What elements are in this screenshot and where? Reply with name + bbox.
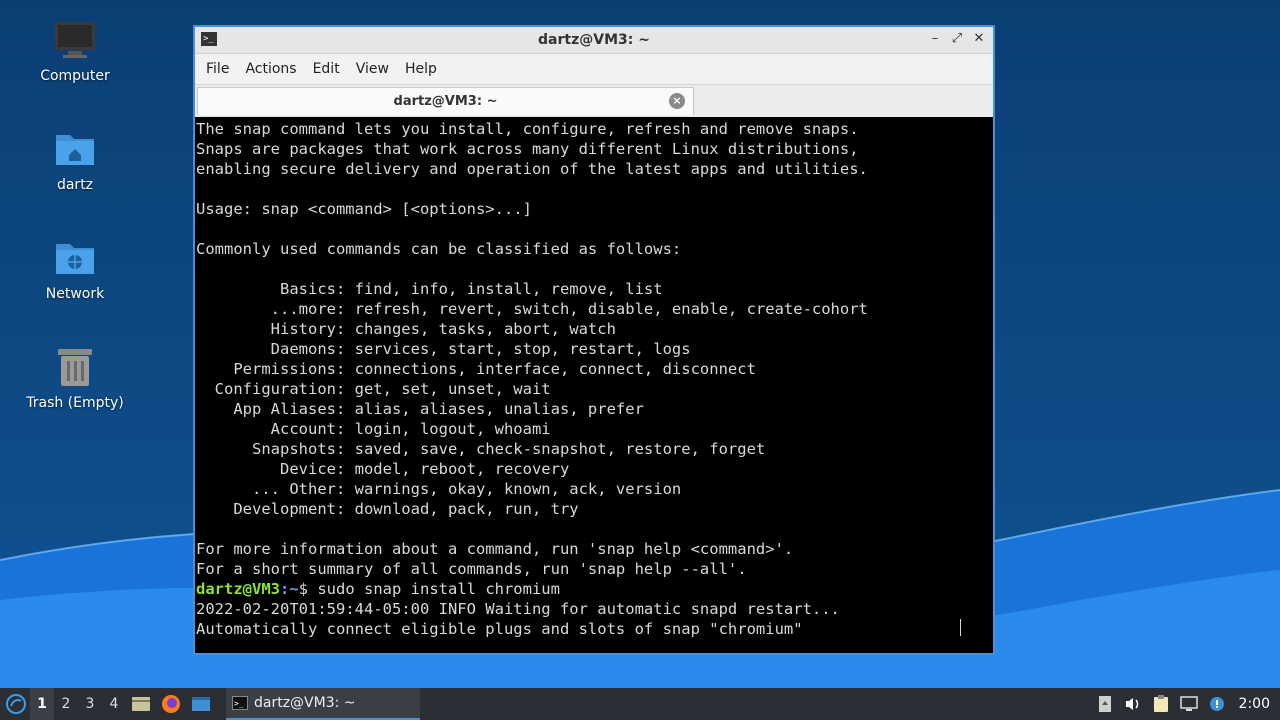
desktop-icon-label: Computer — [40, 68, 110, 84]
terminal-line: Commonly used commands can be classified… — [196, 240, 682, 258]
prompt-symbol: $ — [298, 580, 318, 598]
terminal-line: Automatically connect eligible plugs and… — [196, 620, 803, 638]
menu-file[interactable]: File — [199, 61, 236, 77]
menu-bar: File Actions Edit View Help — [195, 54, 993, 85]
menu-view[interactable]: View — [349, 61, 396, 77]
terminal-output[interactable]: The snap command lets you install, confi… — [195, 117, 993, 653]
terminal-prompt-line: dartz@VM3:~$ sudo snap install chromium — [196, 579, 993, 599]
minimize-icon[interactable]: – — [927, 30, 943, 48]
terminal-line: ... Other: warnings, okay, known, ack, v… — [196, 480, 682, 498]
home-folder-icon — [53, 127, 97, 171]
terminal-line: Development: download, pack, run, try — [196, 500, 579, 518]
computer-icon — [53, 18, 97, 62]
removable-media-icon[interactable] — [1094, 694, 1116, 714]
workspace-3[interactable]: 3 — [78, 696, 102, 712]
show-desktop-icon[interactable] — [189, 692, 213, 716]
window-titlebar[interactable]: >_ dartz@VM3: ~ – ⤢ ✕ — [195, 27, 993, 54]
tab-bar: dartz@VM3: ~ × — [195, 85, 993, 118]
terminal-window[interactable]: >_ dartz@VM3: ~ – ⤢ ✕ File Actions Edit … — [193, 25, 995, 655]
window-title: dartz@VM3: ~ — [538, 32, 650, 48]
clipboard-icon[interactable] — [1150, 694, 1172, 714]
desktop-icon-label: Trash (Empty) — [26, 395, 124, 411]
terminal-line: Daemons: services, start, stop, restart,… — [196, 340, 691, 358]
text-cursor — [960, 619, 961, 636]
network-folder-icon — [53, 236, 97, 280]
terminal-line: Basics: find, info, install, remove, lis… — [196, 280, 663, 298]
taskbar-window-terminal[interactable]: >_ dartz@VM3: ~ — [226, 688, 420, 720]
tab-label: dartz@VM3: ~ — [393, 94, 498, 109]
terminal-line: Device: model, reboot, recovery — [196, 460, 570, 478]
terminal-line: Snaps are packages that work across many… — [196, 140, 859, 158]
workspace-4[interactable]: 4 — [102, 696, 126, 712]
desktop-icon-network[interactable]: Network — [15, 236, 135, 302]
close-icon[interactable]: ✕ — [971, 30, 987, 48]
taskbar-clock[interactable]: 2:00 — [1239, 696, 1270, 712]
terminal-line: 2022-02-20T01:59:44-05:00 INFO Waiting f… — [196, 600, 840, 618]
desktop-icon-computer[interactable]: Computer — [15, 18, 135, 84]
terminal-line: Usage: snap <command> [<options>...] — [196, 200, 532, 218]
menu-edit[interactable]: Edit — [306, 61, 347, 77]
terminal-line: enabling secure delivery and operation o… — [196, 160, 868, 178]
terminal-line: History: changes, tasks, abort, watch — [196, 320, 616, 338]
terminal-line: The snap command lets you install, confi… — [196, 120, 859, 138]
start-menu-button[interactable] — [2, 690, 30, 718]
terminal-tab[interactable]: dartz@VM3: ~ × — [197, 87, 694, 115]
terminal-task-icon: >_ — [232, 696, 248, 710]
desktop-icon-label: Network — [45, 286, 105, 302]
desktop-icon-label: dartz — [56, 177, 94, 193]
terminal-line: Account: login, logout, whoami — [196, 420, 551, 438]
desktop-icon-home[interactable]: dartz — [15, 127, 135, 193]
menu-actions[interactable]: Actions — [238, 61, 303, 77]
terminal-line: Configuration: get, set, unset, wait — [196, 380, 551, 398]
prompt-command: sudo snap install chromium — [317, 580, 560, 598]
firefox-launcher-icon[interactable] — [159, 692, 183, 716]
taskbar-task-label: dartz@VM3: ~ — [254, 695, 356, 711]
prompt-path: :~ — [280, 580, 299, 598]
network-tray-icon[interactable] — [1178, 694, 1200, 714]
terminal-line: For a short summary of all commands, run… — [196, 560, 747, 578]
terminal-line: Snapshots: saved, save, check-snapshot, … — [196, 440, 766, 458]
prompt-user: dartz@VM3 — [196, 580, 280, 598]
terminal-line: For more information about a command, ru… — [196, 540, 794, 558]
workspace-2[interactable]: 2 — [54, 696, 78, 712]
trash-icon — [53, 345, 97, 389]
volume-icon[interactable] — [1122, 694, 1144, 714]
lubuntu-logo-icon — [6, 694, 26, 714]
taskbar: 1 2 3 4 >_ dartz@VM3: ~ 2:00 — [0, 688, 1280, 720]
terminal-line: Permissions: connections, interface, con… — [196, 360, 756, 378]
terminal-line: App Aliases: alias, aliases, unalias, pr… — [196, 400, 644, 418]
desktop-icon-trash[interactable]: Trash (Empty) — [15, 345, 135, 411]
terminal-line: ...more: refresh, revert, switch, disabl… — [196, 300, 868, 318]
tab-close-icon[interactable]: × — [669, 93, 685, 109]
menu-help[interactable]: Help — [398, 61, 444, 77]
workspace-1[interactable]: 1 — [30, 688, 54, 720]
file-manager-launcher-icon[interactable] — [129, 692, 153, 716]
maximize-icon[interactable]: ⤢ — [949, 30, 965, 48]
terminal-app-icon[interactable]: >_ — [201, 32, 217, 46]
update-notifier-icon[interactable] — [1206, 694, 1228, 714]
